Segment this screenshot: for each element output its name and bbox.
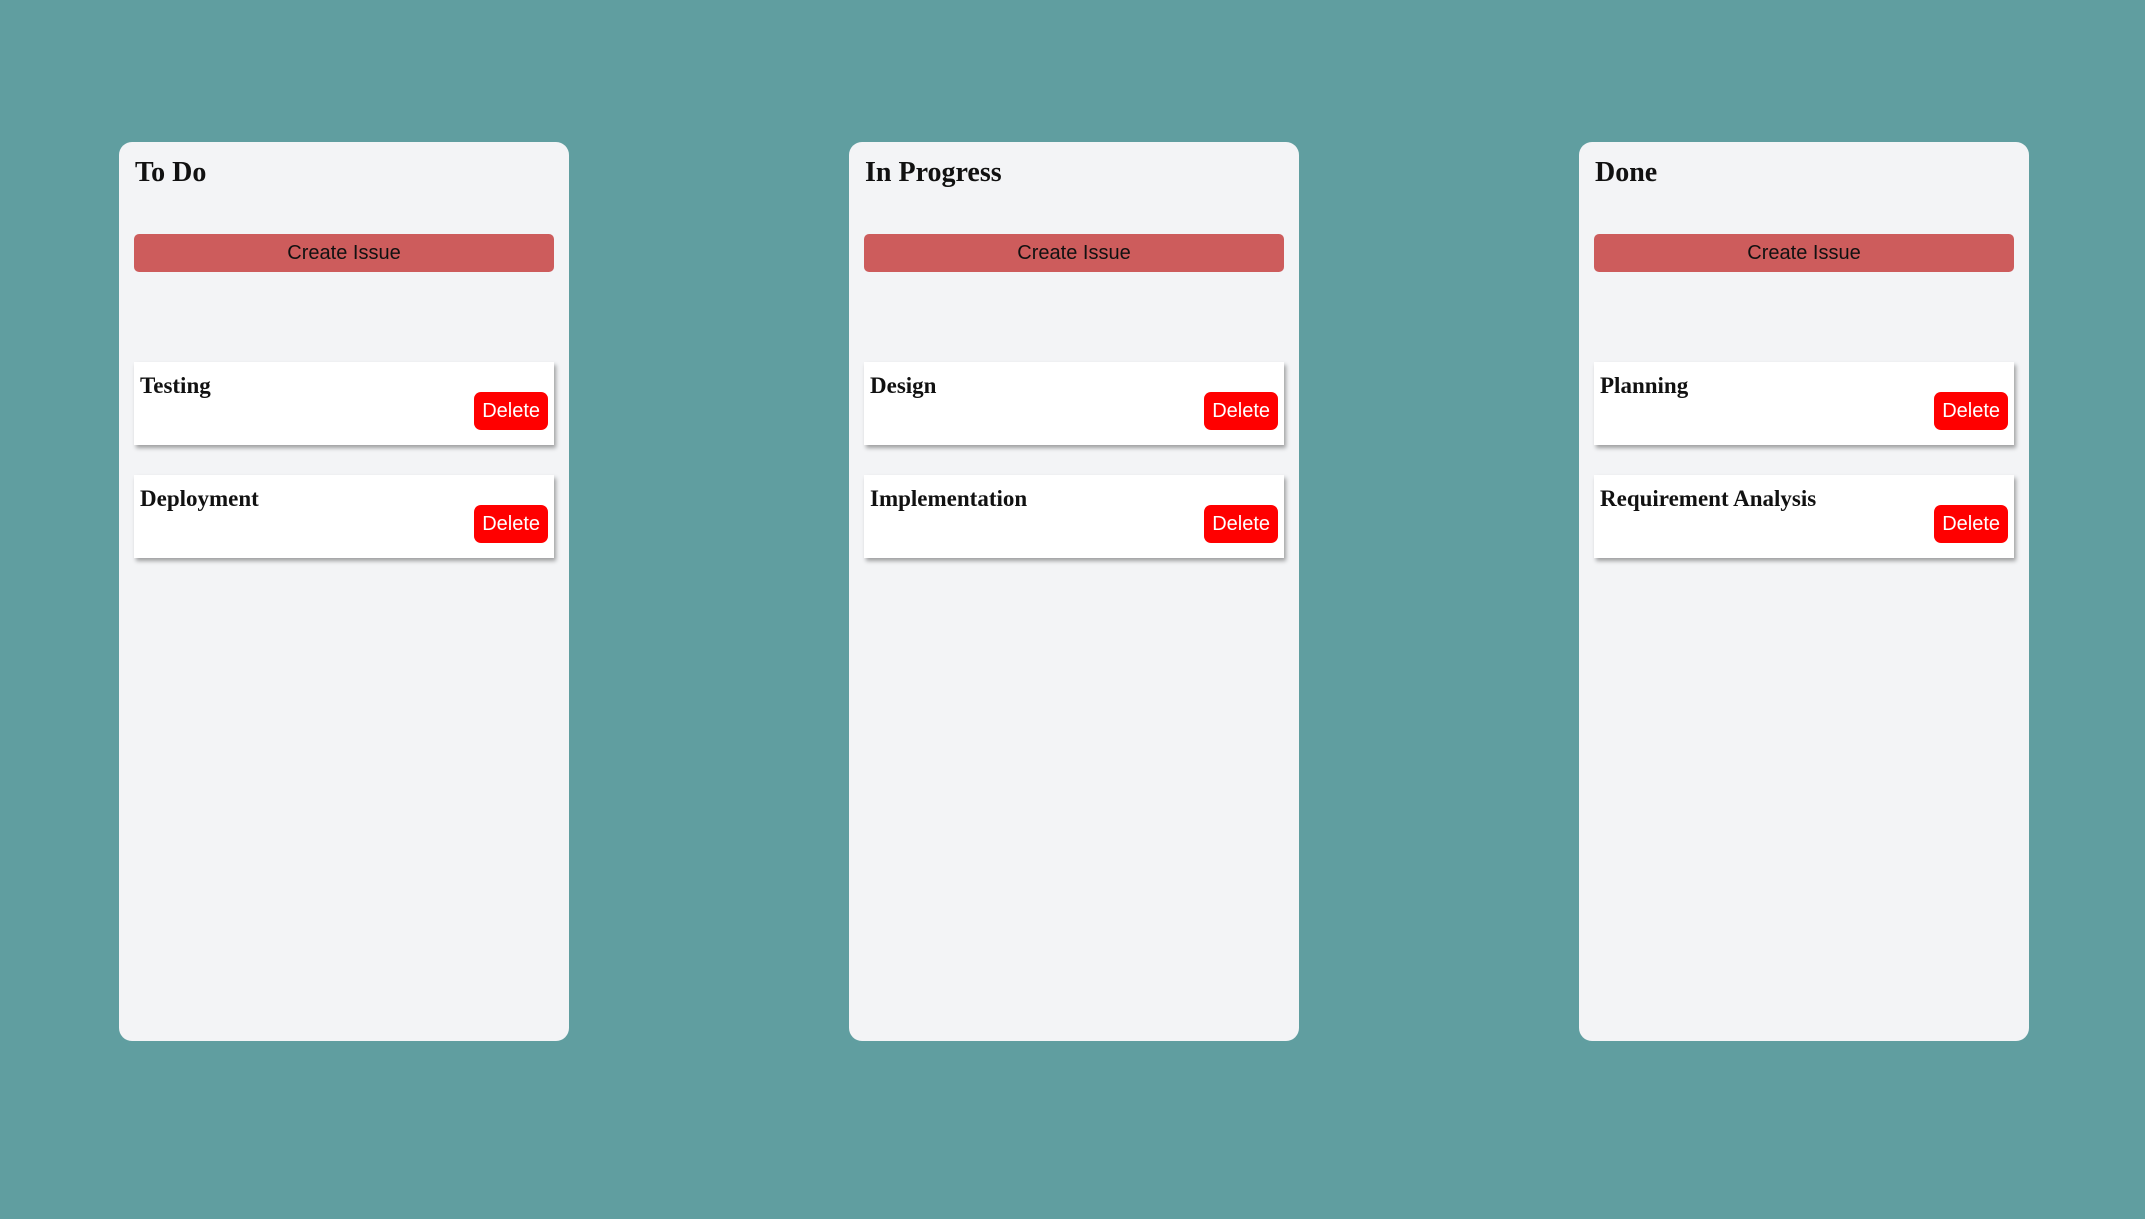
issue-card-title: Requirement Analysis	[1600, 486, 1817, 511]
issue-card[interactable]: Requirement Analysis Delete	[1594, 475, 2014, 558]
card-list: Planning Delete Requirement Analysis Del…	[1594, 362, 2014, 588]
card-list: Design Delete Implementation Delete	[864, 362, 1284, 588]
column-done: Done Create Issue Planning Delete Requir…	[1579, 142, 2029, 1041]
issue-card-title: Design	[870, 373, 937, 398]
column-title: In Progress	[865, 157, 1002, 188]
issue-card[interactable]: Implementation Delete	[864, 475, 1284, 558]
column-in-progress: In Progress Create Issue Design Delete I…	[849, 142, 1299, 1041]
create-issue-button[interactable]: Create Issue	[1594, 234, 2014, 272]
issue-card[interactable]: Testing Delete	[134, 362, 554, 445]
column-title: To Do	[135, 157, 207, 188]
column-title: Done	[1595, 157, 1658, 188]
delete-button[interactable]: Delete	[474, 392, 548, 430]
column-to-do: To Do Create Issue Testing Delete Deploy…	[119, 142, 569, 1041]
issue-card-title: Testing	[140, 373, 211, 398]
card-list: Testing Delete Deployment Delete	[134, 362, 554, 588]
delete-button[interactable]: Delete	[1204, 392, 1278, 430]
issue-card-title: Deployment	[140, 486, 259, 511]
create-issue-button[interactable]: Create Issue	[134, 234, 554, 272]
delete-button[interactable]: Delete	[1934, 505, 2008, 543]
issue-card[interactable]: Deployment Delete	[134, 475, 554, 558]
issue-card-title: Implementation	[870, 486, 1028, 511]
delete-button[interactable]: Delete	[474, 505, 548, 543]
issue-card[interactable]: Planning Delete	[1594, 362, 2014, 445]
issue-card[interactable]: Design Delete	[864, 362, 1284, 445]
delete-button[interactable]: Delete	[1934, 392, 2008, 430]
issue-card-title: Planning	[1600, 373, 1689, 398]
create-issue-button[interactable]: Create Issue	[864, 234, 1284, 272]
delete-button[interactable]: Delete	[1204, 505, 1278, 543]
